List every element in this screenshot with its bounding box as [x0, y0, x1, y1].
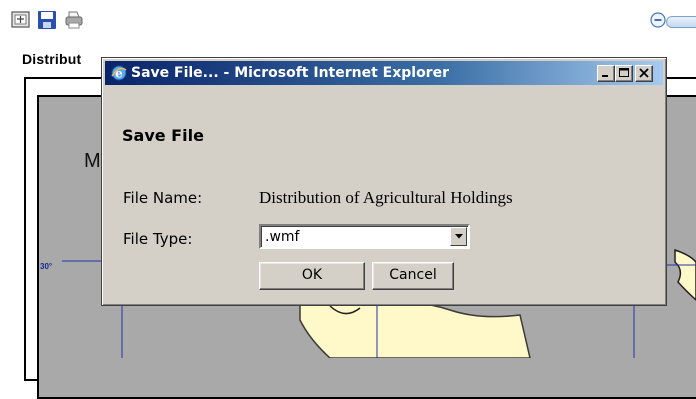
- close-button[interactable]: [635, 65, 653, 82]
- file-name-label: File Name:: [123, 189, 203, 207]
- dropdown-arrow-button[interactable]: [450, 227, 467, 246]
- minimize-button[interactable]: [597, 65, 615, 82]
- cancel-button[interactable]: Cancel: [372, 262, 454, 290]
- ie-icon: e: [110, 64, 128, 82]
- dialog-titlebar[interactable]: e Save File... - Microsoft Internet Expl…: [105, 61, 663, 85]
- minimize-icon: [602, 75, 608, 77]
- maximize-icon: [619, 68, 629, 77]
- dialog-title: Save File... - Microsoft Internet Explor…: [131, 65, 449, 81]
- save-file-dialog: e Save File... - Microsoft Internet Expl…: [101, 57, 667, 306]
- dialog-heading: Save File: [122, 126, 204, 145]
- file-type-select[interactable]: .wmf: [259, 224, 470, 249]
- latitude-label: 30°: [40, 262, 53, 271]
- file-type-value: .wmf: [265, 229, 300, 245]
- file-type-label: File Type:: [123, 230, 193, 248]
- close-icon: [639, 68, 649, 78]
- chevron-down-icon: [454, 234, 463, 239]
- file-name-value: Distribution of Agricultural Holdings: [259, 188, 513, 207]
- map-title: M: [84, 150, 101, 172]
- ok-button[interactable]: OK: [259, 262, 365, 290]
- maximize-button[interactable]: [615, 65, 633, 82]
